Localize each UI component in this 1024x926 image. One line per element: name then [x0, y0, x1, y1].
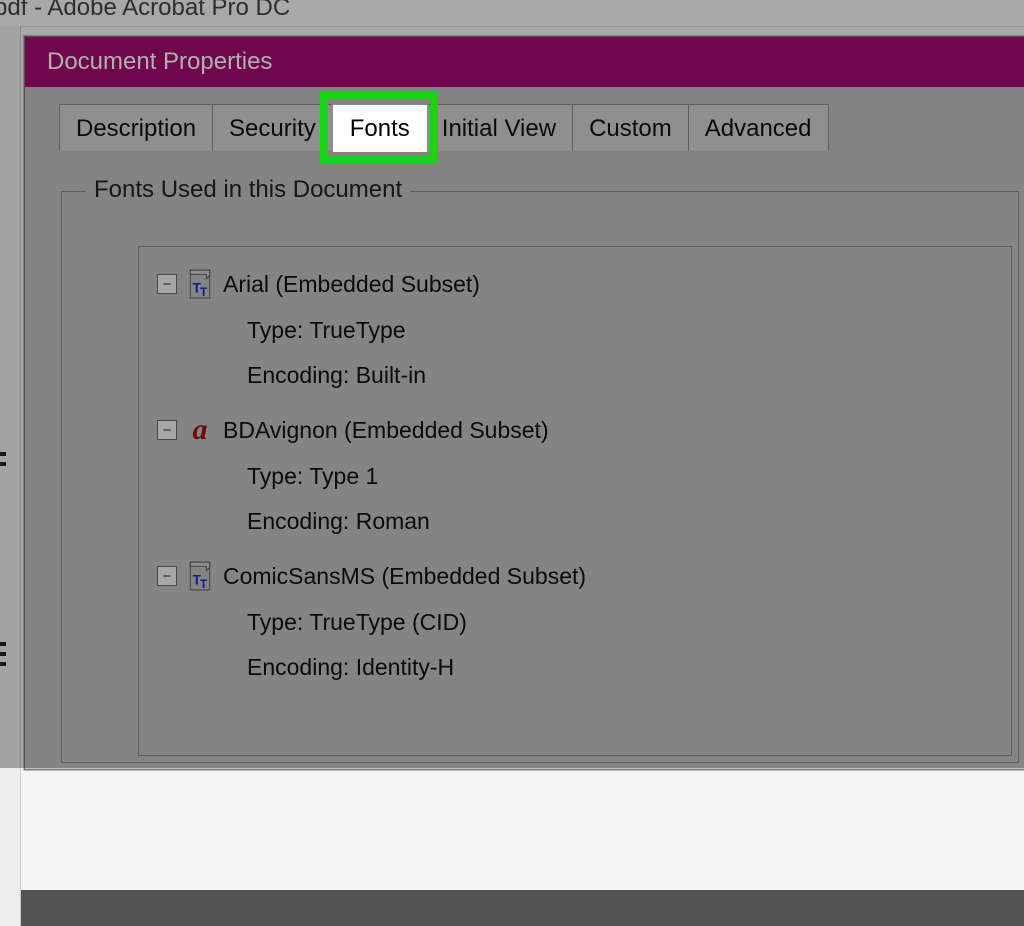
font-tree: − T T Arial (Embedded Subset) Ty	[139, 247, 1011, 729]
highlight-bright-patch: Fonts	[332, 104, 428, 152]
tab-custom[interactable]: Custom	[572, 104, 689, 151]
font-encoding-row: Encoding: Roman	[247, 508, 993, 535]
fonts-groupbox: Fonts Used in this Document − T T	[61, 191, 1019, 763]
font-type-row: Type: TrueType (CID)	[247, 609, 993, 636]
font-encoding-row: Encoding: Identity-H	[247, 654, 993, 681]
font-type-value: Type 1	[309, 463, 378, 489]
tab-strip: Description Security Fonts Initial View …	[59, 95, 1024, 151]
tree-collapse-icon[interactable]: −	[157, 566, 177, 586]
type1-font-icon: a	[187, 415, 213, 445]
svg-text:T: T	[200, 578, 208, 591]
tab-initial-view[interactable]: Initial View	[425, 104, 573, 151]
font-node: − T T Arial (Embedded Subset) Ty	[157, 269, 993, 389]
svg-text:T: T	[200, 286, 208, 299]
dialog-title: Document Properties	[25, 37, 1024, 87]
tab-description[interactable]: Description	[59, 104, 213, 151]
font-encoding-value: Roman	[356, 508, 430, 534]
font-type-value: TrueType (CID)	[309, 609, 467, 635]
app-sidebar: rib )	[0, 26, 21, 926]
app-title: reduce.pdf - Adobe Acrobat Pro DC	[0, 0, 1024, 27]
tab-advanced[interactable]: Advanced	[688, 104, 829, 151]
tree-collapse-icon[interactable]: −	[157, 274, 177, 294]
font-name: ComicSansMS (Embedded Subset)	[223, 563, 586, 590]
tab-security[interactable]: Security	[212, 104, 333, 151]
truetype-font-icon: T T	[187, 561, 213, 591]
tree-collapse-icon[interactable]: −	[157, 420, 177, 440]
font-type-row: Type: Type 1	[247, 463, 993, 490]
font-encoding-row: Encoding: Built-in	[247, 362, 993, 389]
document-properties-dialog: Document Properties Description Security…	[24, 36, 1024, 770]
sidebar-line-group-1	[0, 446, 18, 472]
font-list-panel: − T T Arial (Embedded Subset) Ty	[138, 246, 1012, 756]
font-encoding-value: Built-in	[356, 362, 426, 388]
sidebar-line-group-2	[0, 636, 18, 672]
groupbox-title: Fonts Used in this Document	[86, 176, 410, 204]
font-name: Arial (Embedded Subset)	[223, 271, 480, 298]
font-type-row: Type: TrueType	[247, 317, 993, 344]
font-encoding-value: Identity-H	[356, 654, 454, 680]
truetype-font-icon: T T	[187, 269, 213, 299]
font-name: BDAvignon (Embedded Subset)	[223, 417, 549, 444]
font-node: − a BDAvignon (Embedded Subset) Type: Ty…	[157, 415, 993, 535]
font-node: − T T ComicSansMS (Embedded Subset)	[157, 561, 993, 681]
font-type-value: TrueType	[309, 317, 405, 343]
